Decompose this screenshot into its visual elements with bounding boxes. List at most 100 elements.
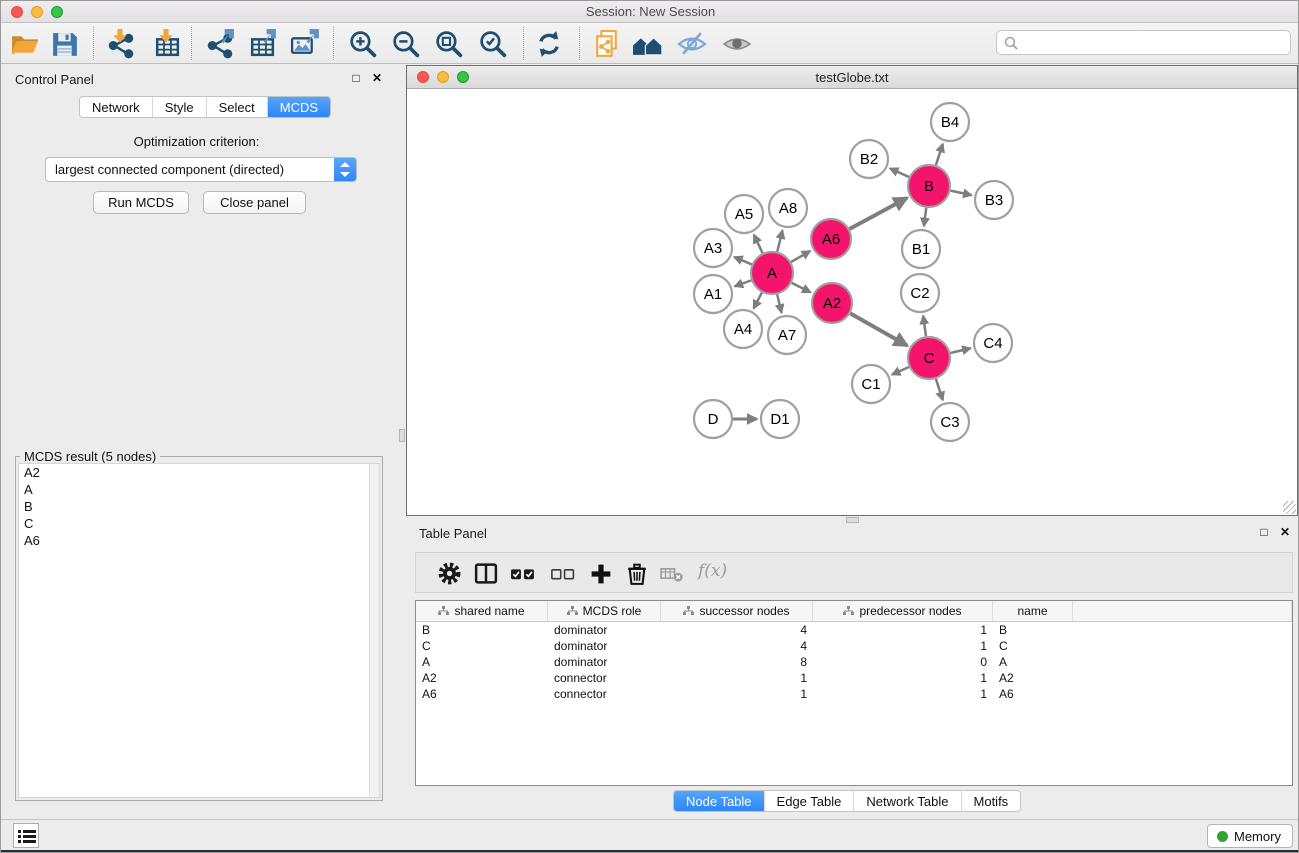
export-image-button[interactable]	[289, 28, 321, 60]
column-header-MCDS-role[interactable]: MCDS role	[548, 601, 661, 621]
node-B4[interactable]: B4	[931, 103, 969, 141]
column-header-predecessor-nodes[interactable]: predecessor nodes	[813, 601, 993, 621]
tab-mcds[interactable]: MCDS	[267, 97, 330, 117]
hide-button[interactable]	[676, 28, 708, 60]
cell-name[interactable]: A6	[993, 686, 1073, 702]
cell-shared-name[interactable]: A2	[416, 670, 548, 686]
close-panel-button[interactable]: Close panel	[203, 191, 306, 214]
export-network-button[interactable]	[204, 28, 236, 60]
memory-button[interactable]: Memory	[1207, 824, 1293, 848]
new-network-button[interactable]	[592, 28, 624, 60]
zoom-in-button[interactable]	[347, 28, 379, 60]
node-A3[interactable]: A3	[694, 229, 732, 267]
node-A1[interactable]: A1	[694, 275, 732, 313]
import-network-button[interactable]	[105, 28, 137, 60]
result-list-item[interactable]: A2	[19, 464, 379, 481]
node-table[interactable]: shared nameMCDS rolesuccessor nodesprede…	[415, 600, 1293, 786]
cell-shared-name[interactable]: A6	[416, 686, 548, 702]
home-layout-button[interactable]	[632, 28, 664, 60]
node-A5[interactable]: A5	[725, 195, 763, 233]
edge-A-A4[interactable]	[754, 293, 762, 309]
cell-successor-nodes[interactable]: 4	[661, 638, 813, 654]
edge-A2-C[interactable]	[850, 313, 907, 345]
network-canvas[interactable]: AA5A8A3A1A4A7A6A2BB4B2B3B1CC2C4C1C3DD1	[407, 89, 1297, 515]
show-column-panel-button[interactable]	[473, 561, 499, 587]
run-mcds-button[interactable]: Run MCDS	[93, 191, 189, 214]
result-list-item[interactable]: A	[19, 481, 379, 498]
delete-column-button[interactable]	[624, 561, 650, 587]
vertical-splitter-handle[interactable]	[399, 429, 405, 442]
zoom-fit-button[interactable]	[433, 28, 465, 60]
cell-predecessor-nodes[interactable]: 1	[813, 686, 993, 702]
cell-predecessor-nodes[interactable]: 1	[813, 638, 993, 654]
import-table-button[interactable]	[151, 28, 183, 60]
result-list-scrollbar[interactable]	[369, 464, 379, 797]
edge-A-A6[interactable]	[791, 251, 810, 262]
select-all-columns-button[interactable]	[510, 561, 536, 587]
mcds-result-list[interactable]: A2ABCA6	[18, 463, 380, 798]
table-row[interactable]: Bdominator41B	[416, 622, 1292, 638]
edge-C-C2[interactable]	[923, 316, 926, 336]
cell-name[interactable]: A	[993, 654, 1073, 670]
unselect-all-columns-button[interactable]	[550, 561, 576, 587]
table-row[interactable]: Cdominator41C	[416, 638, 1292, 654]
cell-successor-nodes[interactable]: 1	[661, 670, 813, 686]
edge-A-A8[interactable]	[777, 230, 782, 251]
node-C2[interactable]: C2	[901, 274, 939, 312]
edge-B-B4[interactable]	[936, 144, 943, 165]
node-C4[interactable]: C4	[974, 324, 1012, 362]
cell-MCDS-role[interactable]: connector	[548, 670, 661, 686]
table-row[interactable]: A6connector11A6	[416, 686, 1292, 702]
search-box[interactable]	[996, 30, 1291, 55]
node-B1[interactable]: B1	[902, 230, 940, 268]
result-list-item[interactable]: B	[19, 498, 379, 515]
node-B2[interactable]: B2	[850, 140, 888, 178]
cell-MCDS-role[interactable]: dominator	[548, 638, 661, 654]
column-header-shared-name[interactable]: shared name	[416, 601, 548, 621]
edge-A-A7[interactable]	[777, 294, 781, 312]
create-column-button[interactable]	[588, 561, 614, 587]
node-C[interactable]: C	[908, 337, 950, 379]
node-A[interactable]: A	[751, 252, 793, 294]
criterion-dropdown[interactable]: largest connected component (directed)	[45, 157, 357, 182]
network-window-titlebar[interactable]: testGlobe.txt	[407, 66, 1297, 89]
edge-C-C1[interactable]	[892, 367, 909, 375]
table-close-panel-icon[interactable]: ✕	[1280, 525, 1290, 539]
table-row[interactable]: A2connector11A2	[416, 670, 1292, 686]
zoom-selected-button[interactable]	[477, 28, 509, 60]
node-D1[interactable]: D1	[761, 400, 799, 438]
edge-A-A3[interactable]	[734, 257, 752, 264]
node-D[interactable]: D	[694, 400, 732, 438]
column-settings-button[interactable]	[436, 561, 462, 587]
tab-network-table[interactable]: Network Table	[853, 791, 960, 811]
tab-network[interactable]: Network	[80, 97, 152, 117]
zoom-out-button[interactable]	[390, 28, 422, 60]
edge-B-B1[interactable]	[924, 208, 926, 226]
tab-motifs[interactable]: Motifs	[961, 791, 1021, 811]
edge-A-A2[interactable]	[792, 283, 811, 292]
node-C3[interactable]: C3	[931, 403, 969, 441]
node-B[interactable]: B	[908, 165, 950, 207]
tab-style[interactable]: Style	[152, 97, 206, 117]
edge-C-C3[interactable]	[936, 379, 943, 400]
task-history-button[interactable]	[13, 823, 39, 848]
export-table-button[interactable]	[246, 28, 278, 60]
close-panel-icon[interactable]: ✕	[372, 71, 382, 85]
node-A4[interactable]: A4	[724, 310, 762, 348]
cell-predecessor-nodes[interactable]: 0	[813, 654, 993, 670]
cell-name[interactable]: C	[993, 638, 1073, 654]
result-list-item[interactable]: C	[19, 515, 379, 532]
column-header-successor-nodes[interactable]: successor nodes	[661, 601, 813, 621]
cell-successor-nodes[interactable]: 8	[661, 654, 813, 670]
network-graph[interactable]: AA5A8A3A1A4A7A6A2BB4B2B3B1CC2C4C1C3DD1	[407, 89, 1297, 515]
cell-name[interactable]: A2	[993, 670, 1073, 686]
tab-edge-table[interactable]: Edge Table	[764, 791, 854, 811]
tab-node-table[interactable]: Node Table	[674, 791, 764, 811]
node-C1[interactable]: C1	[852, 365, 890, 403]
cell-MCDS-role[interactable]: dominator	[548, 622, 661, 638]
cell-MCDS-role[interactable]: dominator	[548, 654, 661, 670]
result-list-item[interactable]: A6	[19, 532, 379, 549]
edge-A-A1[interactable]	[735, 280, 752, 286]
show-button[interactable]	[721, 28, 753, 60]
edge-A6-B[interactable]	[849, 198, 907, 229]
